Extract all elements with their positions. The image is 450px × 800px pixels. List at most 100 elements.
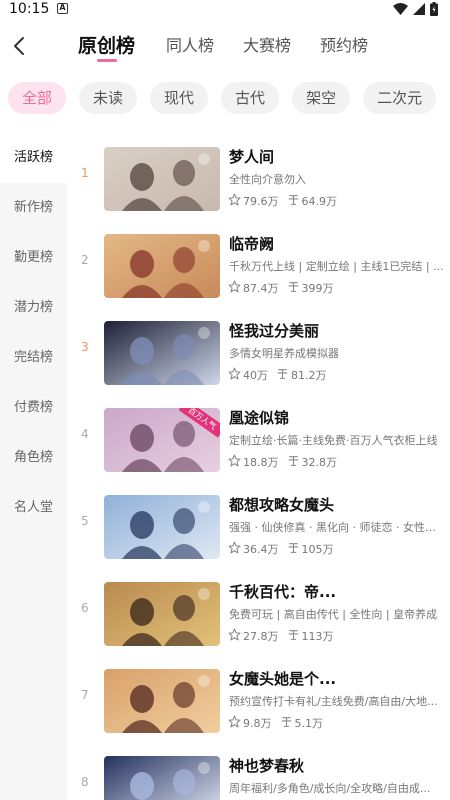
star-icon	[228, 367, 241, 383]
word-count: 5.1万	[294, 717, 324, 730]
story-title: 怪我过分美丽	[229, 322, 320, 340]
story-tags: 预约宣传打卡有礼/主线免费/高自由/大地...	[229, 695, 438, 708]
tab-label: 同人榜	[166, 36, 215, 55]
sidebar-item[interactable]: 潜力榜	[0, 283, 67, 333]
cover-art	[104, 582, 220, 646]
story-title: 临帝阙	[229, 235, 275, 253]
list-item[interactable]: 7 女魔头她是个... 预约宣传打卡有礼/主线免费/高自由/大地... 9.8万 5.1…	[67, 655, 450, 741]
star-icon	[228, 193, 241, 209]
cover-image: 百万人气	[104, 408, 220, 472]
rank-number: 6	[81, 601, 89, 615]
word-count: 399万	[301, 282, 334, 295]
star-icon	[228, 715, 241, 731]
story-stats: 79.6万 64.9万	[228, 193, 337, 209]
filter-chip[interactable]: 现代	[150, 82, 209, 114]
list-item[interactable]: 8 神也梦春秋 周年福利/多角色/成长向/全攻略/自由成...	[67, 742, 450, 800]
header: 原创榜 同人榜 大赛榜 预约榜	[0, 26, 450, 74]
story-title: 都想攻略女魔头	[229, 496, 335, 514]
star-count: 87.4万	[243, 282, 279, 295]
sidebar-item[interactable]: 角色榜	[0, 433, 67, 483]
signal-icon	[413, 3, 425, 15]
tab-label: 原创榜	[78, 35, 136, 57]
status-icons	[393, 2, 438, 16]
cover-art	[104, 756, 220, 800]
word-count-icon	[276, 367, 289, 383]
status-bar: 10:15 A	[0, 0, 450, 20]
sidebar-item[interactable]: 名人堂	[0, 483, 67, 533]
cover-image	[104, 147, 220, 211]
story-tags: 多情女明星养成模拟器	[229, 347, 339, 360]
list-item[interactable]: 2 临帝阙 千秋万代上线 | 定制立绘 | 主线1已完结 | ... 87.4万 399…	[67, 220, 450, 306]
cover-art	[104, 669, 220, 733]
back-button[interactable]	[10, 34, 30, 58]
filter-chip[interactable]: 古代	[221, 82, 280, 114]
list-item[interactable]: 4 百万人气 凰途似锦 定制立绘·长篇·主线免费·百万人气衣柜上线 18.8万 32.8万	[67, 394, 450, 480]
cover-image	[104, 669, 220, 733]
star-count: 40万	[243, 369, 268, 382]
sidebar-item[interactable]: 付费榜	[0, 383, 67, 433]
star-icon	[228, 454, 241, 470]
rank-number: 7	[81, 688, 89, 702]
back-arrow-icon	[14, 37, 24, 55]
ranking-list: 1 梦人间 全性向介意勿入 79.6万 64.9万 2 临帝阙 千秋万代上线 | 定制立绘 |…	[67, 133, 450, 800]
tab-label: 大赛榜	[243, 36, 292, 55]
cover-art	[104, 321, 220, 385]
active-tab-indicator	[96, 59, 117, 62]
word-count-icon	[287, 541, 300, 557]
sidebar-item[interactable]: 新作榜	[0, 183, 67, 233]
cover-image	[104, 234, 220, 298]
cover-image	[104, 495, 220, 559]
star-icon	[228, 280, 241, 296]
tab-item[interactable]: 大赛榜	[243, 32, 291, 66]
word-count-icon	[287, 628, 300, 644]
word-count-icon	[280, 715, 293, 731]
category-chips: 全部 未读 现代 古代 架空 二次元	[8, 82, 450, 116]
sidebar-item[interactable]: 勤更榜	[0, 233, 67, 283]
filter-chip[interactable]: 全部	[8, 82, 67, 114]
cover-art	[104, 234, 220, 298]
wifi-icon	[393, 3, 408, 15]
status-time: 10:15	[9, 1, 50, 17]
sidebar-item[interactable]: 活跃榜	[0, 133, 67, 183]
rank-number: 5	[81, 514, 89, 528]
story-title: 神也梦春秋	[229, 757, 305, 775]
rank-number: 4	[81, 427, 89, 441]
star-count: 36.4万	[243, 543, 279, 556]
rank-number: 3	[81, 340, 89, 354]
tab-item[interactable]: 原创榜	[78, 32, 135, 66]
list-item[interactable]: 3 怪我过分美丽多情女明星养成模拟器 40万 81.2万	[67, 307, 450, 393]
word-count: 64.9万	[301, 195, 338, 208]
star-count: 18.8万	[243, 456, 279, 469]
tab-item[interactable]: 预约榜	[320, 32, 368, 66]
list-item[interactable]: 1 梦人间全性向介意勿入 79.6万 64.9万	[67, 133, 450, 219]
star-icon	[228, 628, 241, 644]
star-icon	[228, 541, 241, 557]
cover-art	[104, 147, 220, 211]
ranking-tabs: 原创榜 同人榜 大赛榜 预约榜	[78, 32, 397, 66]
tab-label: 预约榜	[320, 36, 369, 55]
story-title: 梦人间	[229, 148, 275, 166]
story-tags: 周年福利/多角色/成长向/全攻略/自由成...	[229, 782, 431, 795]
star-count: 27.8万	[243, 630, 279, 643]
story-tags: 千秋万代上线 | 定制立绘 | 主线1已完结 | ...	[229, 260, 444, 273]
sidebar-item[interactable]: 完结榜	[0, 333, 67, 383]
list-item[interactable]: 6 千秋百代：帝... 免费可玩 | 高自由传代 | 全性向 | 皇帝养成 27.8万…	[67, 568, 450, 654]
cover-image	[104, 321, 220, 385]
notification-icon: A	[57, 3, 68, 14]
story-stats: 40万 81.2万	[228, 367, 327, 383]
star-count: 79.6万	[243, 195, 279, 208]
filter-chip[interactable]: 架空	[292, 82, 351, 114]
word-count-icon	[287, 280, 300, 296]
word-count: 81.2万	[291, 369, 327, 382]
story-tags: 全性向介意勿入	[229, 173, 306, 186]
story-tags: 强强 · 仙侠修真 · 黑化向 · 师徒恋 · 女性向 · ...	[229, 521, 444, 534]
word-count: 105万	[301, 543, 334, 556]
list-item[interactable]: 5 都想攻略女魔头强强 · 仙侠修真 · 黑化向 · 师徒恋 · 女性向 · ..…	[67, 481, 450, 567]
filter-chip[interactable]: 未读	[79, 82, 138, 114]
star-count: 9.8万	[243, 717, 272, 730]
tab-item[interactable]: 同人榜	[166, 32, 214, 66]
story-title: 凰途似锦	[229, 409, 290, 427]
rank-number: 1	[81, 166, 89, 180]
filter-chip[interactable]: 二次元	[363, 82, 437, 114]
battery-icon	[430, 2, 438, 16]
